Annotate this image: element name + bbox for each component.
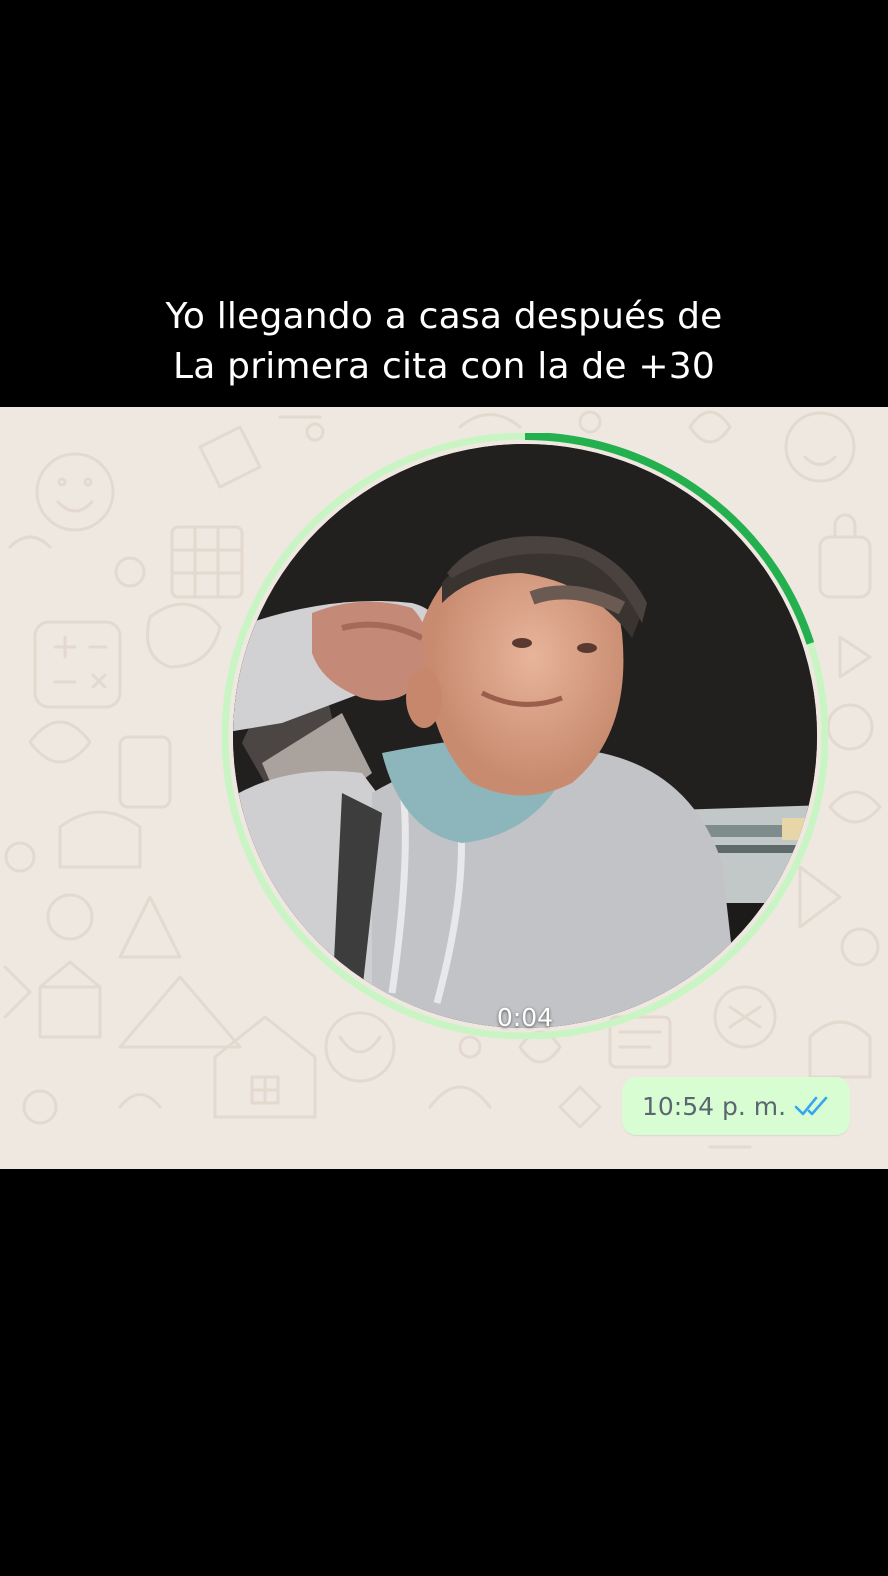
bottom-black-band bbox=[0, 1169, 888, 1576]
video-note-thumbnail[interactable] bbox=[222, 433, 828, 1039]
top-black-band: Yo llegando a casa después de La primera… bbox=[0, 0, 888, 407]
message-status-bubble: 10:54 p. m. bbox=[622, 1077, 850, 1135]
caption-line-1: Yo llegando a casa después de bbox=[165, 296, 723, 337]
chat-area: 0:04 10:54 p. m. bbox=[0, 407, 888, 1169]
video-note-message[interactable]: 0:04 bbox=[222, 433, 828, 1039]
message-time: 10:54 p. m. bbox=[641, 1091, 787, 1121]
overlay-caption: Yo llegando a casa después de La primera… bbox=[0, 292, 888, 392]
double-check-read-icon bbox=[794, 1096, 828, 1116]
caption-line-2: La primera cita con la de +30 bbox=[173, 346, 715, 387]
video-duration: 0:04 bbox=[496, 1003, 554, 1032]
